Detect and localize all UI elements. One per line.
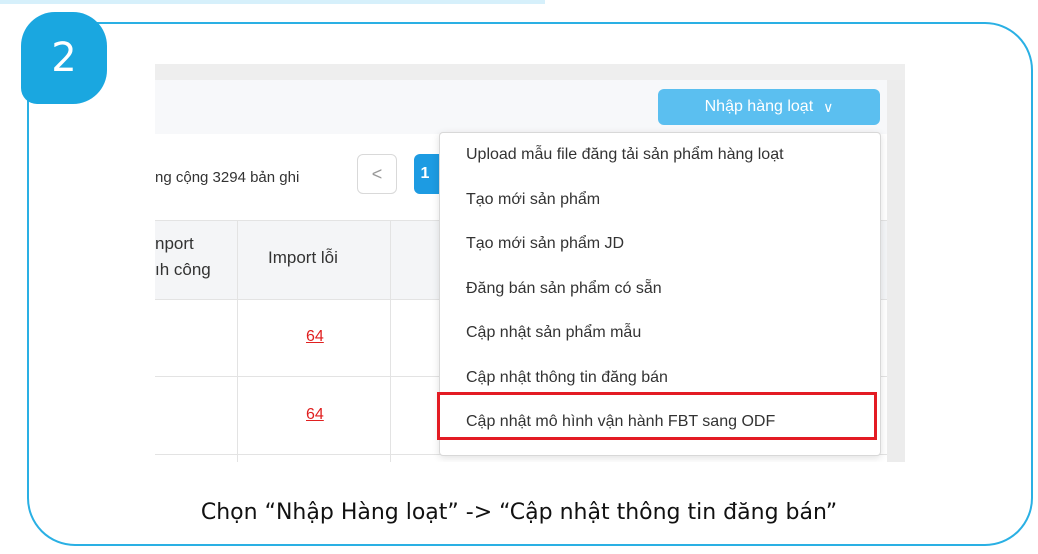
header-success-import-line1: nport [155,234,194,253]
header-success-import-line2: ıh công [155,260,211,279]
records-count: ng cộng 3294 bản ghi [155,169,300,186]
column-divider [237,220,238,462]
scrollbar-track[interactable] [887,80,905,462]
prev-page-button[interactable]: < [357,154,397,194]
chevron-left-icon: < [371,163,383,184]
bulk-import-label: Nhập hàng loạt [704,98,814,115]
menu-item-list-existing-product[interactable]: Đăng bán sản phẩm có sẵn [466,280,662,298]
highlight-box [437,392,877,440]
import-error-link[interactable]: 64 [306,406,324,424]
menu-item-update-listing-info[interactable]: Cập nhật thông tin đăng bán [466,369,668,387]
top-decor-strip [0,0,545,4]
menu-item-upload-template[interactable]: Upload mẫu file đăng tải sản phẩm hàng l… [466,146,784,164]
step-number-badge: 2 [21,12,107,104]
menu-item-create-product[interactable]: Tạo mới sản phẩm [466,191,600,209]
header-band [155,64,905,80]
column-divider [390,220,391,462]
bulk-import-button[interactable]: Nhập hàng loạt ∨ [658,89,880,125]
menu-item-create-product-jd[interactable]: Tạo mới sản phẩm JD [466,235,624,253]
step-caption: Chọn “Nhập Hàng loạt” -> “Cập nhật thông… [200,500,838,525]
chevron-down-icon: ∨ [823,98,834,115]
menu-item-update-sample-product[interactable]: Cập nhật sản phẩm mẫu [466,324,641,342]
header-import-error: Import lỗi [268,248,338,267]
import-error-link[interactable]: 64 [306,328,324,346]
